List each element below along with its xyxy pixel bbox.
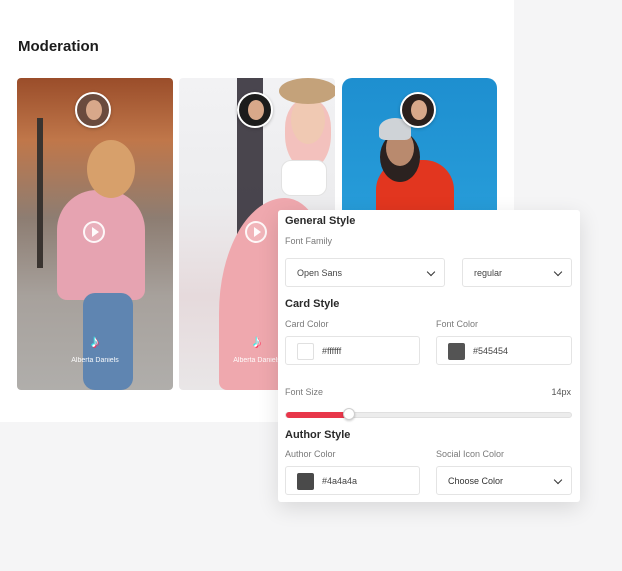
person-head — [87, 140, 135, 198]
font-color-swatch[interactable] — [448, 343, 465, 360]
slider-thumb[interactable] — [342, 408, 355, 420]
card-color-value: #ffffff — [322, 346, 342, 356]
font-color-label: Font Color — [436, 319, 479, 329]
person-top — [281, 160, 327, 196]
person-body — [57, 190, 145, 300]
card-color-field[interactable]: #ffffff — [285, 336, 420, 365]
font-size-slider[interactable] — [285, 408, 572, 420]
play-icon[interactable] — [245, 221, 267, 243]
avatar — [75, 92, 111, 128]
tiktok-icon: ♪ — [90, 332, 100, 351]
section-title: Moderation — [18, 38, 99, 55]
font-weight-value: regular — [474, 268, 503, 278]
author-name: Alberta Daniels — [71, 357, 119, 364]
style-settings-panel: General Style Font Family Open Sans regu… — [278, 210, 580, 502]
author-color-swatch[interactable] — [297, 473, 314, 490]
social-icon-color-label: Social Icon Color — [436, 449, 505, 459]
font-size-label: Font Size — [285, 387, 324, 397]
font-size-value: 14px — [551, 387, 571, 397]
chevron-down-icon — [426, 267, 436, 277]
general-style-heading: General Style — [285, 215, 356, 227]
person-hat — [279, 78, 335, 104]
card-color-label: Card Color — [285, 319, 329, 329]
social-icon-color-value: Choose Color — [448, 476, 504, 486]
card-style-heading: Card Style — [285, 298, 340, 310]
author-color-field[interactable]: #4a4a4a — [285, 466, 420, 495]
font-color-value: #545454 — [473, 346, 509, 356]
font-family-label: Font Family — [285, 236, 333, 246]
chevron-down-icon — [553, 267, 563, 277]
font-weight-select[interactable]: regular — [462, 258, 572, 287]
author-color-label: Author Color — [285, 449, 336, 459]
font-family-value: Open Sans — [297, 268, 343, 278]
slider-fill — [286, 412, 349, 418]
font-color-field[interactable]: #545454 — [436, 336, 572, 365]
street-lamp — [37, 118, 43, 268]
author-color-value: #4a4a4a — [322, 476, 358, 486]
avatar — [237, 92, 273, 128]
play-icon[interactable] — [83, 221, 105, 243]
card-color-swatch[interactable] — [297, 343, 314, 360]
chevron-down-icon — [553, 475, 563, 485]
avatar — [400, 92, 436, 128]
author-style-heading: Author Style — [285, 429, 351, 441]
social-icon-color-select[interactable]: Choose Color — [436, 466, 572, 495]
video-card[interactable]: ♪ Alberta Daniels — [17, 78, 173, 390]
tiktok-icon: ♪ — [252, 332, 262, 351]
font-family-select[interactable]: Open Sans — [285, 258, 445, 287]
